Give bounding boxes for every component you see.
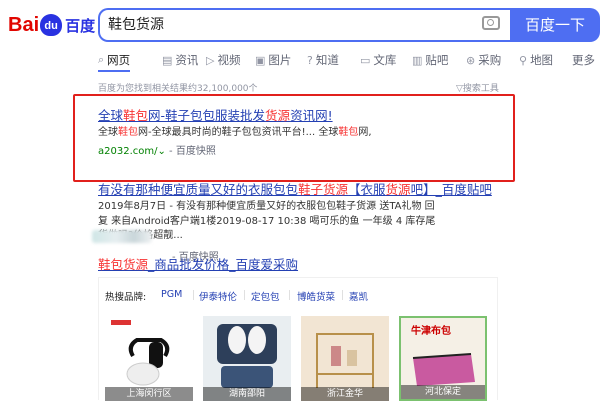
result-1-snapshot[interactable]: - 百度快照	[166, 146, 216, 157]
document-icon: ▭	[360, 53, 371, 67]
tab-web-label: 网页	[107, 53, 131, 67]
result-stats: 百度为您找到相关结果约32,100,000个	[98, 84, 258, 94]
tab-more-label: 更多	[572, 53, 595, 67]
abs-highlight: 鞋包	[338, 127, 359, 138]
tab-web[interactable]: ⌕ 网页	[98, 52, 131, 72]
abs-text: 网,	[358, 127, 372, 138]
divider	[289, 290, 290, 300]
title-text: 有没有那种便宜质量又好的衣服包包	[98, 182, 299, 197]
title-text: 【衣服	[348, 182, 386, 197]
search-button[interactable]: 百度一下	[510, 8, 600, 42]
hot-brands-label: 热搜品牌:	[105, 292, 147, 303]
purchase-icon: ⊛	[466, 53, 476, 67]
tab-zhidao[interactable]: ? 知道	[307, 52, 339, 68]
divider	[193, 290, 194, 300]
tab-purchase[interactable]: ⊛ 采购	[466, 52, 501, 68]
brand-link[interactable]: 博皓货菜	[297, 289, 335, 303]
thumb-caption: 河北保定	[401, 385, 485, 399]
result-1-abstract: 全球鞋包网-全球最具时尚的鞋子包包资讯平台!... 全球鞋包网,	[98, 126, 538, 141]
product-thumb[interactable]: 牛津布包 河北保定	[399, 316, 487, 401]
news-icon: ▤	[162, 53, 173, 67]
product-thumb[interactable]: 浙江金华	[301, 316, 389, 401]
search-tools-button[interactable]: ▽搜索工具	[456, 81, 499, 94]
product-thumb[interactable]: 湖南邵阳	[203, 316, 291, 401]
tab-images[interactable]: ▣ 图片	[255, 52, 291, 68]
abs-text: 全球	[98, 127, 118, 138]
tab-map[interactable]: ⚲ 地图	[519, 52, 553, 68]
divider	[342, 290, 343, 300]
title-text: 全球	[98, 108, 124, 123]
chevron-down-icon[interactable]: ⌄	[157, 146, 165, 157]
title-text: 吧】_百度贴吧	[410, 182, 492, 197]
search-input[interactable]	[108, 10, 458, 40]
abs-highlight: 鞋包	[118, 127, 138, 138]
image-icon: ▣	[255, 53, 266, 67]
title-highlight: 货源	[265, 108, 291, 123]
title-text: 资讯网!	[290, 108, 333, 123]
tab-wenku-label: 文库	[373, 53, 397, 67]
search-box	[98, 8, 510, 42]
result-3-title[interactable]: 鞋包货源_商品批发价格_百度爱采购	[98, 257, 538, 273]
tab-news[interactable]: ▤ 资讯	[162, 52, 198, 68]
tab-map-label: 地图	[530, 53, 554, 67]
thumb-tag: 牛津布包	[411, 326, 451, 337]
map-icon: ⚲	[519, 53, 528, 67]
tab-tieba-label: 贴吧	[425, 53, 449, 67]
brand-link[interactable]: PGM	[161, 289, 182, 300]
brand-link[interactable]: 定包包	[251, 289, 280, 303]
result-1-url[interactable]: a2032.com/	[98, 146, 157, 157]
title-highlight: 鞋子货源	[298, 182, 349, 197]
header: Bai du 百度 百度一下	[0, 0, 600, 50]
brand-link[interactable]: 伊泰特伦	[199, 289, 237, 303]
tab-news-label: 资讯	[175, 53, 199, 67]
title-text: 网-鞋子包包服装批发	[148, 108, 266, 123]
search-result-2: 有没有那种便宜质量又好的衣服包包鞋子货源【衣服货源吧】_百度贴吧 2019年8月…	[98, 182, 538, 263]
result-1-title[interactable]: 全球鞋包网-鞋子包包服装批发货源资讯网!	[98, 108, 538, 124]
abs-text: 网-全球最具时尚的鞋子包包资讯平台!... 全球	[138, 127, 339, 138]
tab-wenku[interactable]: ▭ 文库	[360, 52, 396, 68]
forum-icon: ▥	[412, 53, 423, 67]
purchase-card: 热搜品牌: PGM 伊泰特伦 定包包 博皓货菜 嘉凯 上海闵行区 湖南邵阳 浙江…	[98, 277, 498, 401]
tab-zhidao-label: 知道	[315, 53, 339, 67]
product-thumb[interactable]: 上海闵行区	[105, 316, 193, 401]
title-highlight: 鞋包	[123, 108, 149, 123]
nav-tabs: ⌕ 网页 ▤ 资讯 ▷ 视频 ▣ 图片 ? 知道 ▭ 文库 ▥ 贴吧 ⊛ 采购 ⚲ 地图 更多	[0, 50, 600, 72]
result-2-title[interactable]: 有没有那种便宜质量又好的衣服包包鞋子货源【衣服货源吧】_百度贴吧	[98, 182, 538, 198]
thumb-caption: 上海闵行区	[105, 387, 193, 401]
paw-icon: du	[40, 14, 63, 36]
tab-more[interactable]: 更多	[572, 52, 595, 68]
tab-images-label: 图片	[268, 53, 292, 67]
result-1-url-line: a2032.com/⌄ - 百度快照	[98, 142, 538, 157]
question-icon: ?	[307, 53, 313, 67]
baidu-logo[interactable]: Bai du 百度	[8, 12, 95, 38]
thumb-caption: 浙江金华	[301, 387, 389, 401]
title-highlight: 货源	[385, 182, 411, 197]
tab-video-label: 视频	[217, 53, 241, 67]
search-result-1: 全球鞋包网-鞋子包包服装批发货源资讯网! 全球鞋包网-全球最具时尚的鞋子包包资讯…	[98, 108, 538, 157]
logo-text-bai: Bai	[8, 13, 40, 36]
camera-icon[interactable]	[482, 16, 500, 30]
divider	[244, 290, 245, 300]
search-result-3: 鞋包货源_商品批发价格_百度爱采购	[98, 257, 538, 273]
title-text: _商品批发价格_百度爱采购	[148, 257, 299, 272]
thumb-caption: 湖南邵阳	[203, 387, 291, 401]
brand-link[interactable]: 嘉凯	[349, 289, 368, 303]
tab-purchase-label: 采购	[478, 53, 502, 67]
search-icon: ⌕	[98, 53, 105, 66]
title-highlight: 鞋包货源	[98, 257, 149, 272]
logo-text-cn: 百度	[65, 16, 96, 35]
blurred-url	[92, 230, 152, 243]
video-icon: ▷	[206, 53, 215, 67]
tab-tieba[interactable]: ▥ 贴吧	[412, 52, 448, 68]
tab-video[interactable]: ▷ 视频	[206, 52, 240, 68]
